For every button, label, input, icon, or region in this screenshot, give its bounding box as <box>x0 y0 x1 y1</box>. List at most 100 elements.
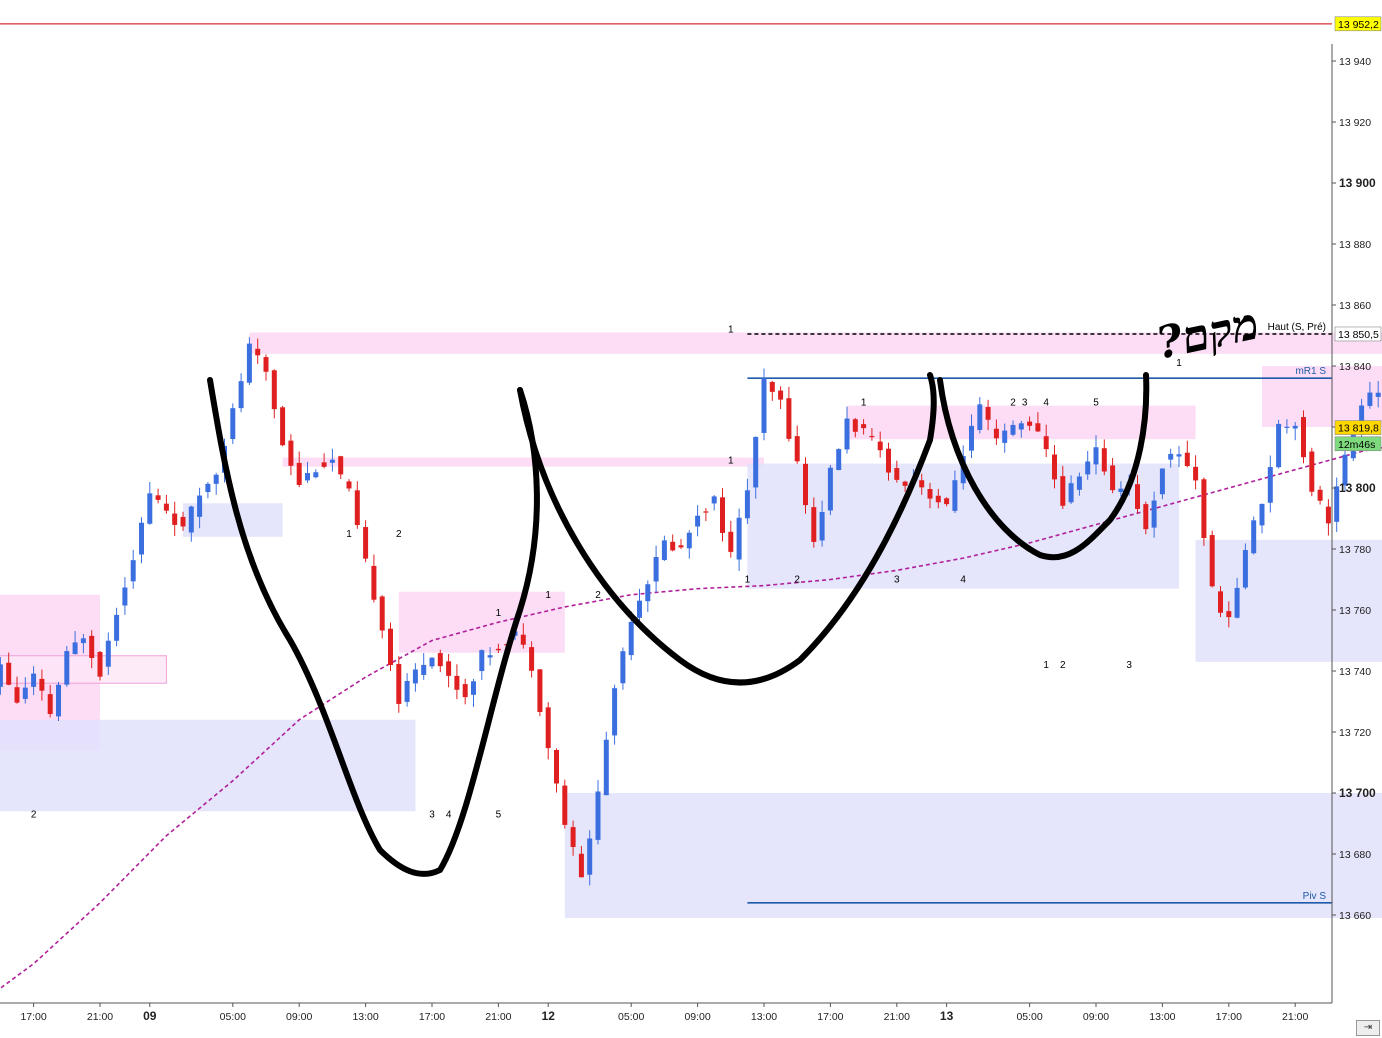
candle-body <box>844 418 850 450</box>
candle-body <box>1085 461 1091 475</box>
candle-body <box>985 406 991 420</box>
count-label: 1 <box>861 398 867 409</box>
candle-body <box>1118 488 1124 492</box>
candle-body <box>728 531 734 552</box>
candle-body <box>794 436 800 462</box>
candle-body <box>14 687 20 703</box>
price-tag-label: 13 819,8 <box>1338 423 1379 435</box>
candle-body <box>338 456 344 475</box>
candle-body <box>64 651 70 685</box>
count-label: 1 <box>745 575 751 586</box>
x-tick-label: 13:00 <box>1149 1011 1175 1023</box>
candle-body <box>827 467 833 511</box>
candle-body <box>1093 447 1099 465</box>
count-label: 2 <box>1010 398 1016 409</box>
x-tick-label: 13:00 <box>751 1011 777 1023</box>
x-tick-label: 17:00 <box>1216 1011 1242 1023</box>
y-tick-label: 13 720 <box>1339 727 1371 739</box>
x-tick-label: 09:00 <box>286 1011 312 1023</box>
candle-body <box>1110 465 1116 491</box>
x-tick-label: 05:00 <box>220 1011 246 1023</box>
candle-body <box>321 462 327 467</box>
candle-body <box>703 511 709 513</box>
candle-body <box>1076 476 1082 490</box>
candle-body <box>1292 425 1298 429</box>
price-tag-label: 13 952,2 <box>1338 19 1379 31</box>
candle-body <box>296 462 302 485</box>
candle-body <box>570 827 576 847</box>
x-tick-label: 21:00 <box>1282 1011 1308 1023</box>
candle-body <box>545 707 551 749</box>
candle-body <box>587 838 593 875</box>
price-tag-label: 13 850,5 <box>1338 329 1379 341</box>
x-tick-label: 09:00 <box>1083 1011 1109 1023</box>
candle-body <box>329 459 335 463</box>
candle-body <box>305 473 310 481</box>
candle-body <box>139 522 144 555</box>
candle-body <box>130 560 136 582</box>
candle-body <box>1234 587 1240 618</box>
candle-body <box>288 440 294 466</box>
candle-body <box>1043 436 1049 450</box>
candle-body <box>670 541 676 551</box>
price-chart[interactable]: Haut (S, Pré)mR1 SPiv S22123451121112134… <box>0 0 1382 1038</box>
candle-body <box>811 507 817 542</box>
candle-body <box>778 390 784 400</box>
candle-body <box>421 664 427 675</box>
x-tick-label: 13 <box>940 1009 954 1023</box>
candle-body <box>1276 423 1282 468</box>
candle-body <box>1317 489 1323 501</box>
candle-body <box>105 640 111 667</box>
x-tick-label: 21:00 <box>884 1011 910 1023</box>
scroll-to-end-icon[interactable]: ⇥ <box>1356 1020 1380 1036</box>
candle-body <box>72 642 78 655</box>
candle-body <box>412 669 418 684</box>
x-tick-label: 05:00 <box>1016 1011 1042 1023</box>
candle-body <box>230 408 236 440</box>
candle-body <box>678 545 684 548</box>
count-label: 2 <box>1060 660 1066 671</box>
x-tick-label: 21:00 <box>87 1011 113 1023</box>
candle-body <box>147 493 153 524</box>
candle-body <box>695 515 701 527</box>
candle-body <box>803 463 808 506</box>
candle-body <box>653 557 659 582</box>
candle-body <box>1251 520 1257 554</box>
x-tick-label: 21:00 <box>485 1011 511 1023</box>
candle-body <box>977 404 983 430</box>
candle-body <box>529 647 535 671</box>
candle-body <box>429 657 435 667</box>
candle-body <box>205 483 211 493</box>
count-label: 3 <box>894 575 900 586</box>
candle-body <box>313 472 319 478</box>
candle-body <box>346 481 352 489</box>
candle-body <box>163 503 169 511</box>
candle-body <box>1060 476 1066 506</box>
candle-body <box>711 496 717 504</box>
count-label: 1 <box>1043 660 1049 671</box>
candle-body <box>39 678 45 691</box>
candle-body <box>246 343 252 383</box>
y-tick-label: 13 660 <box>1339 910 1371 922</box>
candle-body <box>902 481 908 486</box>
candle-body <box>22 687 28 699</box>
count-label: 4 <box>1043 398 1049 409</box>
candle-body <box>180 516 186 527</box>
candle-body <box>1052 454 1057 480</box>
candle-body <box>188 506 194 533</box>
count-label: 3 <box>1022 398 1028 409</box>
candle-body <box>637 600 642 618</box>
candle-body <box>645 584 651 602</box>
y-tick-label: 13 880 <box>1339 239 1371 251</box>
candle-body <box>753 436 759 488</box>
candle-body <box>213 474 219 484</box>
x-tick-label: 17:00 <box>817 1011 843 1023</box>
count-label: 4 <box>960 575 966 586</box>
candle-body <box>6 662 12 685</box>
candle-body <box>404 680 410 702</box>
candle-body <box>379 596 385 631</box>
candle-body <box>661 540 667 561</box>
y-tick-label: 13 700 <box>1339 786 1376 800</box>
candle-body <box>1101 448 1107 472</box>
count-label: 2 <box>396 529 402 540</box>
